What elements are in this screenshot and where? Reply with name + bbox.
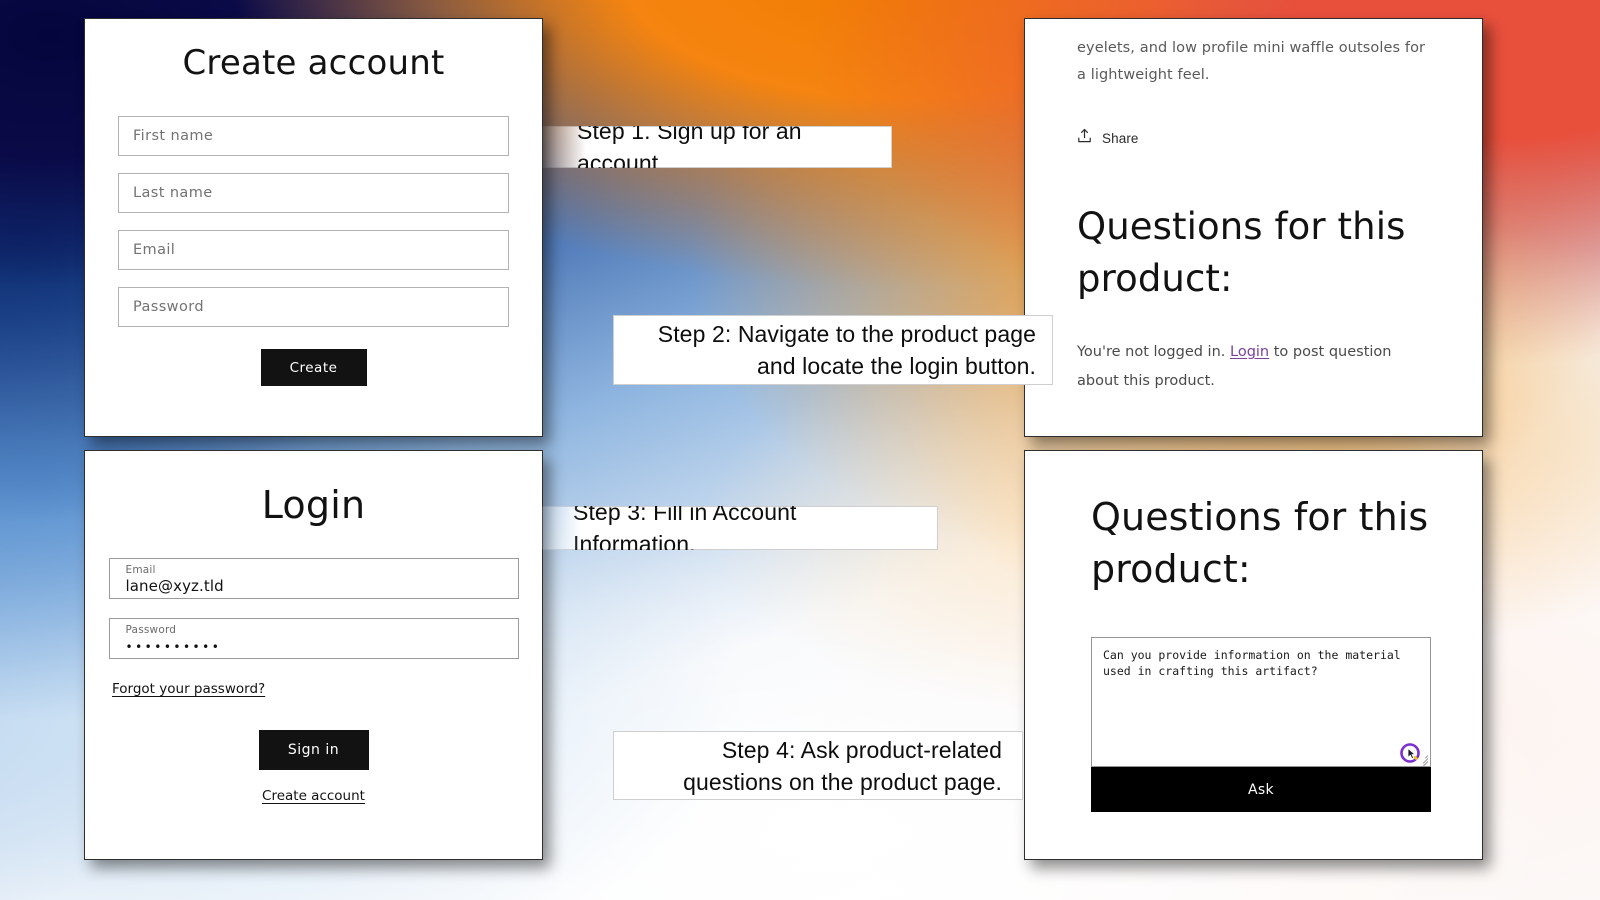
callout-step-4-text: Step 4: Ask product-related questions on… — [683, 736, 1002, 795]
questions-heading: Questions for this product: — [1077, 205, 1406, 300]
callout-step-2: Step 2: Navigate to the product page and… — [613, 315, 1053, 385]
create-account-title: Create account — [182, 43, 445, 83]
login-title: Login — [261, 483, 366, 527]
product-page-window: eyelets, and low profile mini waffle out… — [1024, 18, 1483, 437]
ask-button[interactable]: Ask — [1091, 767, 1431, 812]
not-logged-in-notice: You're not logged in. Login to post ques… — [1077, 338, 1430, 396]
email-placeholder: Email — [133, 242, 176, 258]
question-textarea-value: Can you provide information on the mater… — [1103, 648, 1408, 678]
ask-question-window: Questions for this product: Can you prov… — [1024, 450, 1483, 860]
ask-questions-heading: Questions for this product: — [1091, 495, 1429, 591]
callout-step-3-text: Step 3: Fill in Account Information. — [573, 499, 797, 557]
login-password-field[interactable]: Password •••••••••• — [108, 618, 519, 659]
last-name-placeholder: Last name — [133, 185, 213, 201]
login-email-label: Email — [125, 564, 156, 576]
question-textarea[interactable]: Can you provide information on the mater… — [1091, 637, 1431, 767]
password-placeholder: Password — [133, 299, 204, 315]
login-window: Login Email lane@xyz.tld Password ••••••… — [84, 450, 543, 860]
share-button[interactable]: Share — [1077, 128, 1430, 149]
email-input[interactable]: Email — [118, 230, 509, 270]
create-button[interactable]: Create — [260, 349, 367, 386]
create-account-link-row: Create account — [85, 787, 542, 805]
password-input[interactable]: Password — [118, 287, 509, 327]
resize-grip-icon[interactable] — [1417, 753, 1429, 766]
screenshot-stage: Create account First name Last name Emai… — [0, 0, 1600, 900]
callout-step-1: Step 1. Sign up for an account. — [540, 118, 892, 176]
forgot-password-link[interactable]: Forgot your password? — [112, 681, 265, 697]
notice-prefix: You're not logged in. — [1077, 344, 1230, 360]
login-field-list: Email lane@xyz.tld Password •••••••••• — [85, 558, 542, 659]
login-password-value: •••••••••• — [125, 640, 222, 654]
share-upload-icon — [1077, 128, 1092, 149]
callout-step-3: Step 3: Fill in Account Information. — [536, 499, 938, 557]
login-email-field[interactable]: Email lane@xyz.tld — [108, 558, 519, 599]
callout-step-1-text: Step 1. Sign up for an account. — [577, 118, 802, 176]
login-password-label: Password — [125, 624, 177, 636]
login-email-value: lane@xyz.tld — [125, 577, 224, 595]
last-name-input[interactable]: Last name — [118, 173, 509, 213]
product-description: eyelets, and low profile mini waffle out… — [1077, 40, 1426, 83]
first-name-input[interactable]: First name — [118, 116, 509, 156]
ask-question-form: Can you provide information on the mater… — [1091, 637, 1431, 812]
callout-step-4: Step 4: Ask product-related questions on… — [613, 731, 1023, 800]
first-name-placeholder: First name — [133, 128, 214, 144]
create-account-link[interactable]: Create account — [262, 788, 365, 804]
callout-step-2-text: Step 2: Navigate to the product page and… — [657, 321, 1036, 379]
create-account-field-list: First name Last name Email Password — [118, 116, 509, 327]
product-page-content: eyelets, and low profile mini waffle out… — [1025, 19, 1482, 396]
login-link[interactable]: Login — [1230, 344, 1269, 360]
create-account-window: Create account First name Last name Emai… — [84, 18, 543, 437]
share-label: Share — [1102, 131, 1139, 146]
ask-question-content: Questions for this product: Can you prov… — [1025, 451, 1482, 812]
sign-in-button[interactable]: Sign in — [258, 730, 369, 770]
